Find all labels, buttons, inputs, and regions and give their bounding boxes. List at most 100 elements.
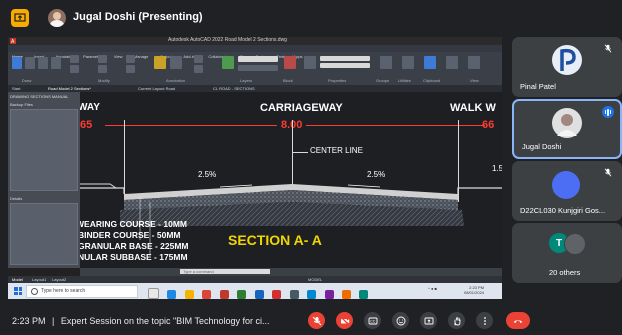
camera-off-icon (340, 316, 349, 325)
rotate-tool-icon[interactable] (98, 55, 107, 63)
table-tool-icon[interactable] (194, 65, 203, 73)
windows-start-icon[interactable] (14, 287, 22, 295)
file-list-box[interactable] (10, 109, 78, 191)
present-button[interactable] (420, 312, 437, 329)
drawing-canvas[interactable]: WAY CARRIAGEWAY WALK W 65 8.00 66 CENTER… (80, 92, 502, 268)
arc-tool-icon[interactable] (51, 57, 61, 69)
ribbon-group-label: View (470, 78, 479, 83)
linetype-dropdown[interactable] (320, 63, 370, 68)
leader-tool-icon[interactable] (194, 55, 203, 63)
model-space-label[interactable]: MODEL (308, 277, 322, 282)
participant-tile-active[interactable]: Jugal Doshi (512, 99, 622, 159)
mic-off-icon (312, 316, 321, 325)
meeting-info: 2:23 PM | Expert Session on the topic "B… (12, 316, 270, 326)
mirror-tool-icon[interactable] (98, 65, 107, 73)
captions-icon: CC (368, 317, 377, 324)
left-curb (80, 187, 125, 194)
move-tool-icon[interactable] (70, 55, 79, 63)
autocad-status-bar: Model Layout1 Layout2 MODEL (8, 276, 502, 290)
layer-tools[interactable] (238, 65, 278, 71)
chrome-icon[interactable] (202, 290, 212, 299)
measure-icon[interactable] (402, 56, 414, 69)
ribbon-group-label: Annotation (166, 78, 186, 83)
camera-toggle-button[interactable] (336, 312, 353, 329)
ribbon-group-label: Clipboard (423, 78, 441, 83)
match-properties-icon[interactable] (304, 56, 316, 69)
meeting-time: 2:23 PM (12, 316, 46, 326)
emoji-reaction-button[interactable] (392, 312, 409, 329)
participant-tile[interactable]: Pinal Patel (512, 37, 622, 97)
meeting-controls-bar: 2:23 PM | Expert Session on the topic "B… (0, 305, 622, 335)
ribbon-group-label: Utilities (398, 78, 411, 83)
more-options-button[interactable] (476, 312, 493, 329)
more-vert-icon (483, 316, 486, 325)
panel-section-heading[interactable]: Details (10, 196, 22, 201)
app-icon[interactable] (359, 290, 369, 299)
doc-tab[interactable]: CL ROAD - SECTIONS (213, 86, 255, 91)
file-explorer-icon[interactable] (184, 290, 194, 299)
raise-hand-button[interactable] (448, 312, 465, 329)
system-tray[interactable]: ^ ● ■ (428, 286, 437, 291)
polyline-tool-icon[interactable] (25, 57, 35, 69)
layout-tab[interactable]: Layout2 (52, 277, 66, 282)
mic-off-icon (604, 168, 612, 177)
paste-icon[interactable] (424, 56, 436, 69)
color-dropdown[interactable] (320, 56, 370, 61)
circle-tool-icon[interactable] (38, 57, 48, 69)
app-icon[interactable] (324, 290, 334, 299)
presenter-avatar (48, 9, 66, 27)
app-icon[interactable] (341, 290, 351, 299)
edge-icon[interactable] (167, 290, 177, 299)
fillet-tool-icon[interactable] (126, 65, 135, 73)
command-input[interactable]: Type a command (180, 269, 270, 274)
ribbon-tabs: Home Insert Annotate Parametric View Man… (8, 45, 502, 59)
participant-tile[interactable]: D22CL030 Kunjgiri Gos... (512, 161, 622, 221)
right-curb (457, 187, 502, 194)
mic-toggle-button[interactable] (308, 312, 325, 329)
view-icon[interactable] (446, 56, 458, 69)
dimension-tool-icon[interactable] (170, 56, 182, 69)
insert-block-icon[interactable] (284, 56, 296, 69)
end-call-button[interactable] (506, 312, 530, 329)
ribbon-group-label: Groups (376, 78, 390, 83)
raise-hand-icon (454, 316, 460, 325)
participant-avatar (552, 171, 580, 199)
ribbon-group-label: Draw (22, 78, 32, 83)
base-view-icon[interactable] (468, 56, 480, 69)
participant-name: Jugal Doshi (522, 142, 562, 151)
panel-title: DRAWING SECTIONS MANUAL (10, 94, 69, 99)
command-placeholder: Type a command (183, 269, 214, 274)
copy-tool-icon[interactable] (70, 65, 79, 73)
taskbar-clock[interactable]: 2:23 PM 08/01/2024 (464, 285, 484, 295)
text-tool-icon[interactable] (154, 56, 166, 69)
doc-tab[interactable]: Current Layout Road (138, 86, 175, 91)
left-walkway (80, 183, 117, 189)
app-icon[interactable] (272, 290, 282, 299)
task-view-icon[interactable] (148, 288, 159, 299)
participant-name: Pinal Patel (520, 82, 556, 91)
captions-button[interactable]: CC (364, 312, 381, 329)
group-icon[interactable] (380, 56, 392, 69)
autocad-taskbar-icon[interactable] (219, 290, 229, 299)
line-tool-icon[interactable] (12, 57, 22, 69)
layer-dropdown[interactable] (238, 56, 278, 62)
sheet-set-panel: DRAWING SECTIONS MANUAL Backup Files Det… (8, 92, 80, 268)
ribbon-group-labels: Draw Modify Annotation Layers Block Prop… (8, 78, 502, 84)
doc-tab[interactable]: Start (12, 86, 20, 91)
details-box (10, 203, 78, 265)
taskbar-search-box[interactable]: Type here to search (26, 285, 138, 298)
layer-properties-icon[interactable] (222, 56, 234, 69)
slope-arrow-right (347, 184, 381, 188)
layout-tab-model[interactable]: Model (12, 277, 23, 282)
app-icon[interactable] (307, 290, 317, 299)
present-to-all-icon[interactable] (11, 9, 29, 27)
layout-tab[interactable]: Layout1 (32, 277, 46, 282)
doc-tab-active[interactable]: Road Model 2 Sections* (48, 86, 91, 91)
app-icon[interactable] (289, 290, 299, 299)
search-icon (31, 288, 38, 295)
app-icon[interactable] (237, 290, 247, 299)
panel-section-heading[interactable]: Backup Files (10, 102, 33, 107)
app-icon[interactable] (254, 290, 264, 299)
trim-tool-icon[interactable] (126, 55, 135, 63)
others-tile[interactable]: T 20 others (512, 223, 622, 283)
